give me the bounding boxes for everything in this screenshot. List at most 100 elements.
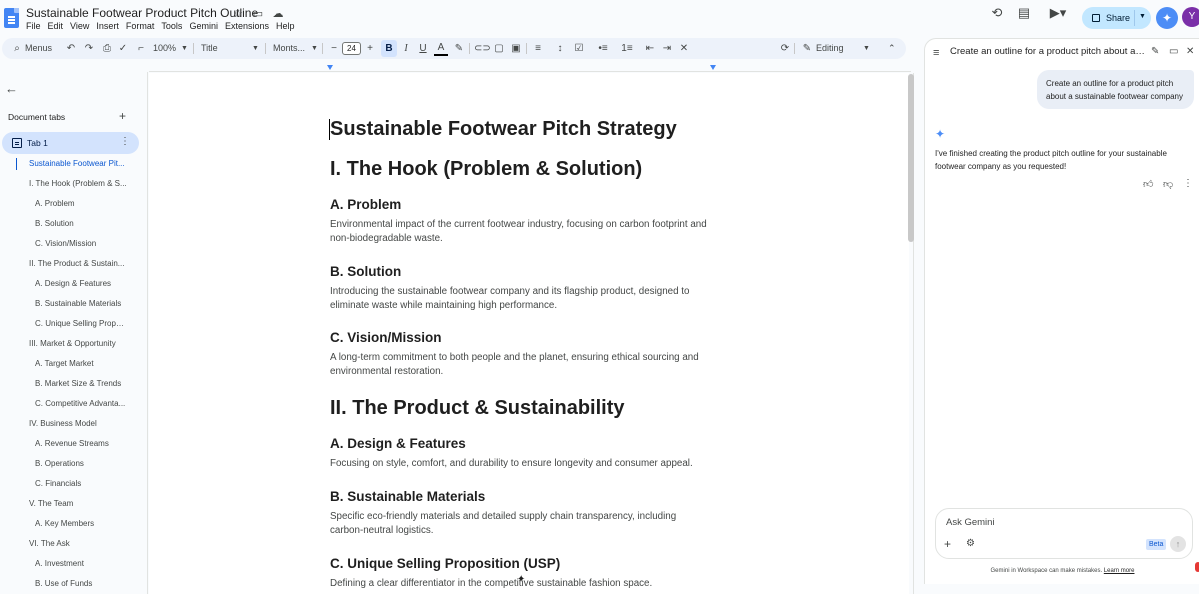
right-indent-marker[interactable] bbox=[710, 65, 716, 70]
print-icon[interactable]: ⎙ bbox=[100, 38, 114, 59]
outline-item[interactable]: II. The Product & Sustain... bbox=[29, 259, 127, 268]
zoom-dropdown-icon[interactable]: ▼ bbox=[181, 38, 188, 59]
outline-item[interactable]: B. Market Size & Trends bbox=[35, 379, 127, 388]
tab-more-icon[interactable]: ⋮ bbox=[120, 136, 130, 147]
outline-item[interactable]: C. Vision/Mission bbox=[35, 239, 127, 248]
outline-item[interactable]: IV. Business Model bbox=[29, 419, 127, 428]
heading-usp[interactable]: C. Unique Selling Proposition (USP) bbox=[330, 556, 560, 571]
outline-item[interactable]: V. The Team bbox=[29, 499, 127, 508]
expand-panel-icon[interactable]: ▭ bbox=[1169, 46, 1178, 57]
menu-file[interactable]: File bbox=[26, 20, 45, 32]
outline-item[interactable]: Sustainable Footwear Pit... bbox=[29, 159, 127, 168]
thumbs-up-icon[interactable]: 👍︎ bbox=[1143, 178, 1153, 190]
increase-font-size-icon[interactable]: + bbox=[363, 38, 377, 59]
back-arrow-icon[interactable]: ← bbox=[5, 81, 18, 96]
insert-image-icon[interactable]: ▣ bbox=[509, 38, 523, 59]
font-dropdown-icon[interactable]: ▼ bbox=[311, 38, 318, 59]
outline-item[interactable]: C. Competitive Advanta... bbox=[35, 399, 127, 408]
share-dropdown-icon[interactable]: ▼ bbox=[1139, 13, 1146, 20]
paint-format-icon[interactable]: ⌐ bbox=[134, 38, 148, 59]
menu-format[interactable]: Format bbox=[126, 20, 159, 32]
document-scrollbar[interactable] bbox=[908, 74, 914, 242]
search-icon[interactable]: ⌕ bbox=[10, 38, 24, 59]
style-select[interactable]: Title bbox=[201, 38, 218, 59]
document-title[interactable]: Sustainable Footwear Product Pitch Outli… bbox=[26, 6, 258, 20]
menu-tools[interactable]: Tools bbox=[161, 20, 186, 32]
heading-problem[interactable]: A. Problem bbox=[330, 197, 401, 212]
doc-title-text[interactable]: Sustainable Footwear Pitch Strategy bbox=[330, 118, 677, 141]
highlight-icon[interactable]: ✎ bbox=[452, 38, 466, 59]
meet-icon[interactable]: ▶▾ bbox=[1046, 5, 1070, 21]
tools-icon[interactable]: ⚙ bbox=[966, 538, 975, 549]
cloud-status-icon[interactable]: ☁ bbox=[271, 7, 285, 21]
outline-item[interactable]: B. Operations bbox=[35, 459, 127, 468]
add-comment-icon[interactable]: ▢ bbox=[492, 38, 506, 59]
ask-gemini-placeholder[interactable]: Ask Gemini bbox=[946, 517, 995, 528]
tab-1[interactable]: Tab 1 ⋮ bbox=[2, 132, 139, 154]
version-history-icon[interactable]: ⟲ bbox=[989, 5, 1005, 21]
outline-item[interactable]: A. Investment bbox=[35, 559, 127, 568]
editing-mode-select[interactable]: Editing bbox=[816, 38, 844, 59]
menu-view[interactable]: View bbox=[70, 20, 93, 32]
outline-item[interactable]: C. Financials bbox=[35, 479, 127, 488]
docs-logo-icon[interactable] bbox=[4, 8, 19, 28]
outline-item[interactable]: C. Unique Selling Propo... bbox=[35, 319, 127, 328]
font-select[interactable]: Monts... bbox=[273, 38, 305, 59]
heading-design[interactable]: A. Design & Features bbox=[330, 436, 466, 451]
spellcheck-icon[interactable]: ✓ bbox=[116, 38, 130, 59]
line-spacing-icon[interactable]: ↕ bbox=[553, 38, 567, 59]
learn-more-link[interactable]: Learn more bbox=[1104, 568, 1135, 574]
heading-vision[interactable]: C. Vision/Mission bbox=[330, 330, 442, 345]
clear-formatting-icon[interactable]: ✕ bbox=[677, 38, 691, 59]
outline-item[interactable]: VI. The Ask bbox=[29, 539, 127, 548]
move-folder-icon[interactable]: ▭ bbox=[251, 7, 265, 21]
paragraph-problem[interactable]: Environmental impact of the current foot… bbox=[330, 218, 710, 245]
outline-item[interactable]: B. Use of Funds bbox=[35, 579, 127, 588]
new-chat-icon[interactable]: ✎ bbox=[1151, 46, 1159, 57]
heading-materials[interactable]: B. Sustainable Materials bbox=[330, 489, 485, 504]
paragraph-materials[interactable]: Specific eco-friendly materials and deta… bbox=[330, 510, 710, 537]
paragraph-solution[interactable]: Introducing the sustainable footwear com… bbox=[330, 285, 710, 312]
increase-indent-icon[interactable]: ⇥ bbox=[660, 38, 674, 59]
outline-item[interactable]: A. Design & Features bbox=[35, 279, 127, 288]
heading-hook[interactable]: I. The Hook (Problem & Solution) bbox=[330, 158, 642, 181]
outline-item[interactable]: III. Market & Opportunity bbox=[29, 339, 127, 348]
panel-menu-icon[interactable]: ≡ bbox=[933, 47, 939, 59]
left-indent-marker[interactable] bbox=[327, 65, 333, 70]
redo-icon[interactable]: ↷ bbox=[82, 38, 96, 59]
gemini-edit-icon[interactable]: ⟳ bbox=[778, 38, 792, 59]
menu-insert[interactable]: Insert bbox=[96, 20, 123, 32]
outline-item[interactable]: A. Key Members bbox=[35, 519, 127, 528]
send-icon[interactable]: ↑ bbox=[1170, 536, 1186, 552]
menu-help[interactable]: Help bbox=[276, 20, 299, 32]
star-icon[interactable]: ☆ bbox=[231, 7, 245, 21]
bulleted-list-icon[interactable]: •≡ bbox=[596, 38, 610, 59]
paragraph-design[interactable]: Focusing on style, comfort, and durabili… bbox=[330, 457, 710, 471]
avatar[interactable]: Y bbox=[1182, 7, 1199, 27]
ask-gemini-input[interactable]: Ask Gemini + ⚙ Beta ↑ bbox=[935, 508, 1193, 559]
outline-item[interactable]: A. Target Market bbox=[35, 359, 127, 368]
zoom-select[interactable]: 100% bbox=[153, 38, 176, 59]
insert-link-icon[interactable]: ⊂⊃ bbox=[474, 38, 491, 59]
paragraph-vision[interactable]: A long-term commitment to both people an… bbox=[330, 351, 710, 378]
outline-item[interactable]: A. Problem bbox=[35, 199, 127, 208]
numbered-list-icon[interactable]: 1≡ bbox=[620, 38, 634, 59]
thumbs-down-icon[interactable]: 👎︎ bbox=[1163, 178, 1173, 190]
gemini-button-icon[interactable]: ✦ bbox=[1156, 7, 1178, 29]
align-icon[interactable]: ≡ bbox=[531, 38, 545, 59]
outline-item[interactable]: I. The Hook (Problem & S... bbox=[29, 179, 127, 188]
bold-button[interactable]: B bbox=[381, 40, 397, 57]
menu-gemini[interactable]: Gemini bbox=[189, 20, 222, 32]
text-color-button[interactable]: A bbox=[434, 40, 448, 56]
menu-extensions[interactable]: Extensions bbox=[225, 20, 273, 32]
outline-item[interactable]: B. Sustainable Materials bbox=[35, 299, 127, 308]
mode-dropdown-icon[interactable]: ▼ bbox=[863, 38, 870, 59]
decrease-font-size-icon[interactable]: − bbox=[327, 38, 341, 59]
menus-search[interactable]: Menus bbox=[25, 38, 52, 59]
underline-button[interactable]: U bbox=[416, 38, 430, 59]
add-tab-icon[interactable]: + bbox=[119, 109, 126, 123]
comments-icon[interactable]: ▤ bbox=[1016, 5, 1032, 21]
close-icon[interactable]: ✕ bbox=[1186, 46, 1194, 57]
font-size-input[interactable]: 24 bbox=[342, 42, 361, 55]
outline-item[interactable]: A. Revenue Streams bbox=[35, 439, 127, 448]
